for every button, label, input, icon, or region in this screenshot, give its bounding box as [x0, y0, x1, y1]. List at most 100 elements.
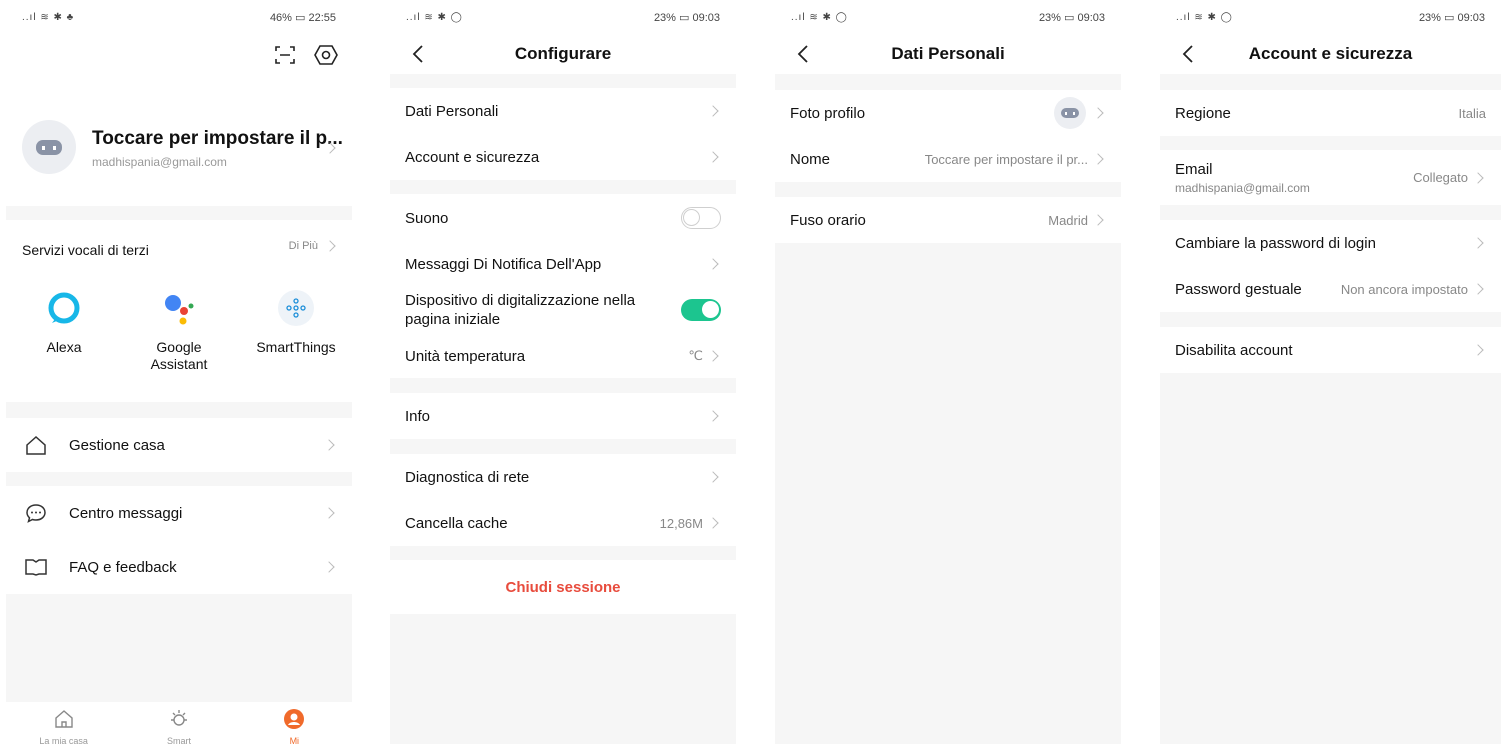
status-right: 23% ▭ 09:03 — [1418, 11, 1485, 24]
voice-services-section: Servizi vocali di terzi Di Più Alexa Goo… — [6, 220, 352, 402]
service-alexa[interactable]: Alexa — [24, 290, 104, 355]
nav-bar: Account e sicurezza — [1160, 34, 1501, 74]
row-label: Nome — [790, 150, 831, 168]
voice-services-title: Servizi vocali di terzi — [22, 242, 149, 258]
row-account-sicurezza[interactable]: Account e sicurezza — [390, 134, 736, 180]
status-bar: ..ıl ≋ ✱ ♣ 46% ▭ 22:55 — [6, 0, 352, 34]
row-cancella-cache[interactable]: Cancella cache 12,86M — [390, 500, 736, 546]
service-label: Alexa — [46, 339, 82, 355]
back-icon[interactable] — [404, 40, 432, 68]
chevron-right-icon — [707, 410, 719, 422]
service-smartthings[interactable]: SmartThings — [246, 290, 346, 355]
chevron-right-icon — [1472, 283, 1484, 295]
avatar[interactable] — [22, 120, 76, 174]
back-icon[interactable] — [789, 40, 817, 68]
row-foto-profilo[interactable]: Foto profilo — [775, 90, 1121, 136]
row-nome[interactable]: Nome Toccare per impostare il pr... — [775, 136, 1121, 182]
row-unita-temperatura[interactable]: Unità temperatura ℃ — [390, 334, 736, 378]
menu-label: Gestione casa — [69, 436, 165, 454]
tab-bar: La mia casa Smart Mi — [6, 702, 352, 744]
chevron-right-icon — [1472, 237, 1484, 249]
row-regione[interactable]: Regione Italia — [1160, 90, 1501, 136]
chevron-right-icon — [324, 240, 336, 252]
sound-toggle[interactable] — [681, 207, 721, 229]
status-icons: ..ıl ≋ ✱ ♣ — [22, 11, 75, 23]
page-title: Account e sicurezza — [1248, 44, 1413, 63]
profile-email: madhispania@gmail.com — [92, 155, 227, 169]
back-icon[interactable] — [1174, 40, 1202, 68]
tab-label: Smart — [166, 736, 191, 744]
row-disabilita-account[interactable]: Disabilita account — [1160, 327, 1501, 373]
chevron-right-icon — [707, 350, 719, 362]
row-label: Email — [1175, 160, 1213, 178]
row-diagnostica[interactable]: Diagnostica di rete — [390, 454, 736, 500]
home-outline-icon — [25, 435, 47, 455]
row-label: Unità temperatura — [405, 347, 526, 365]
row-label: Disabilita account — [1175, 341, 1293, 359]
row-label: Foto profilo — [790, 104, 866, 122]
status-bar: ..ıl ≋ ✱ ◯ 23% ▭ 09:03 — [1160, 0, 1501, 34]
scan-icon[interactable] — [274, 44, 296, 66]
row-label: Cambiare la password di login — [1175, 234, 1376, 252]
row-info[interactable]: Info — [390, 393, 736, 439]
chevron-right-icon — [323, 439, 335, 451]
logout-button[interactable]: Chiudi sessione — [390, 560, 736, 614]
screen-account-sicurezza: ..ıl ≋ ✱ ◯ 23% ▭ 09:03 Account e sicurez… — [1160, 0, 1501, 744]
row-value: 12,86M — [659, 515, 703, 531]
page-title: Configurare — [514, 44, 612, 63]
row-value: ℃ — [688, 348, 703, 363]
avatar — [1054, 97, 1086, 129]
tab-la-mia-casa[interactable]: La mia casa — [24, 708, 104, 744]
status-icons: ..ıl ≋ ✱ ◯ — [1176, 11, 1233, 23]
menu-centro-messaggi[interactable]: Centro messaggi — [6, 486, 352, 540]
tab-smart[interactable]: Smart — [139, 708, 219, 744]
row-label: Password gestuale — [1175, 280, 1302, 298]
profile-name[interactable]: Toccare per impostare il p... — [92, 128, 343, 150]
chevron-right-icon — [707, 471, 719, 483]
settings-icon[interactable] — [314, 43, 338, 67]
digitizer-toggle[interactable] — [681, 299, 721, 321]
person-icon — [283, 708, 305, 730]
row-messaggi-notifica[interactable]: Messaggi Di Notifica Dell'App — [390, 242, 736, 286]
tab-label: La mia casa — [39, 736, 88, 744]
menu-faq-feedback[interactable]: FAQ e feedback — [6, 540, 352, 594]
row-suono: Suono — [390, 194, 736, 242]
row-fuso-orario[interactable]: Fuso orario Madrid — [775, 197, 1121, 243]
alexa-icon — [46, 290, 82, 326]
status-right: 23% ▭ 09:03 — [653, 11, 720, 24]
screen-profile: ..ıl ≋ ✱ ♣ 46% ▭ 22:55 Toccare per impos… — [6, 0, 352, 744]
menu-label: Centro messaggi — [69, 504, 183, 522]
row-label: Account e sicurezza — [405, 148, 540, 166]
logout-label: Chiudi sessione — [505, 578, 621, 596]
row-dati-personali[interactable]: Dati Personali — [390, 88, 736, 134]
chevron-right-icon — [707, 105, 719, 117]
voice-more-link[interactable]: Di Più — [289, 240, 338, 252]
smartthings-icon — [278, 290, 314, 326]
chat-bubble-icon — [25, 503, 47, 523]
chevron-right-icon — [1092, 153, 1104, 165]
row-value: Toccare per impostare il pr... — [924, 151, 1088, 167]
row-cambiare-password[interactable]: Cambiare la password di login — [1160, 220, 1501, 266]
row-label: Dispositivo di digitalizzazione nella pa… — [405, 292, 636, 328]
row-password-gestuale[interactable]: Password gestuale Non ancora impostato — [1160, 266, 1501, 312]
profile-header: Toccare per impostare il p... madhispani… — [6, 34, 352, 206]
status-right: 23% ▭ 09:03 — [1038, 11, 1105, 24]
menu-gestione-casa[interactable]: Gestione casa — [6, 418, 352, 472]
home-icon — [53, 708, 75, 730]
tab-mi[interactable]: Mi — [254, 708, 334, 744]
nav-bar: Configurare — [390, 34, 736, 74]
row-label: Fuso orario — [790, 211, 866, 229]
screen-dati-personali: ..ıl ≋ ✱ ◯ 23% ▭ 09:03 Dati Personali Fo… — [775, 0, 1121, 744]
status-bar: ..ıl ≋ ✱ ◯ 23% ▭ 09:03 — [390, 0, 736, 34]
row-label: Dati Personali — [405, 102, 499, 120]
row-dispositivo: Dispositivo di digitalizzazione nella pa… — [390, 286, 736, 334]
chevron-right-icon — [707, 258, 719, 270]
sun-icon — [168, 708, 190, 730]
email-address: madhispania@gmail.com — [1175, 180, 1310, 195]
status-icons: ..ıl ≋ ✱ ◯ — [406, 11, 463, 23]
row-email[interactable]: Email madhispania@gmail.com Collegato — [1160, 150, 1501, 205]
row-label: Diagnostica di rete — [405, 468, 530, 486]
tab-label: Mi — [289, 736, 300, 744]
row-value: Non ancora impostato — [1340, 281, 1468, 297]
service-google-assistant[interactable]: Google Assistant — [134, 290, 224, 373]
